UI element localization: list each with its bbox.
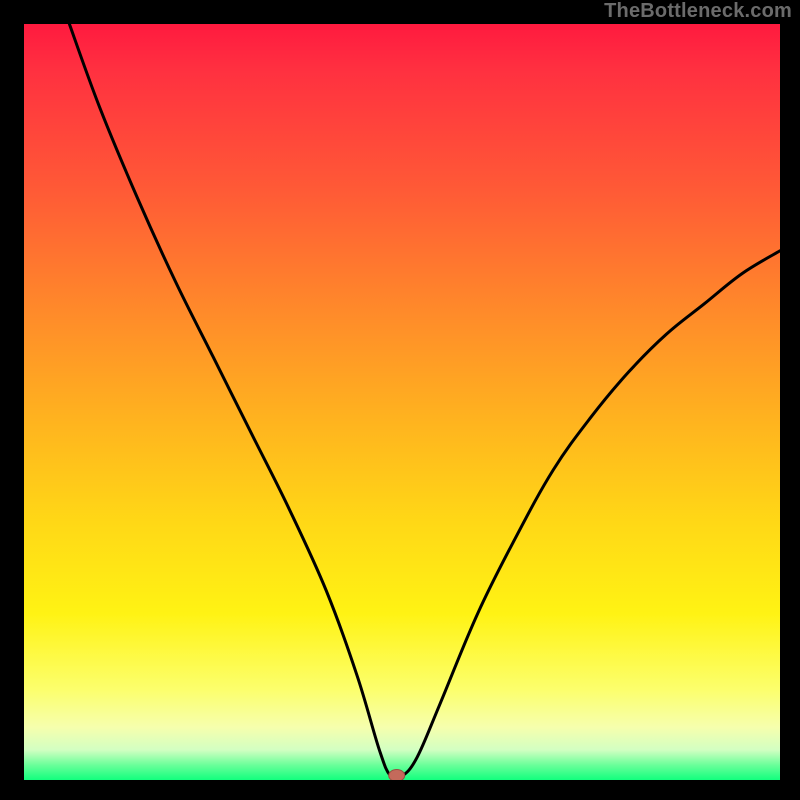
curve-layer	[24, 24, 780, 780]
watermark-text: TheBottleneck.com	[604, 0, 792, 23]
chart-frame: TheBottleneck.com	[0, 0, 800, 800]
optimum-marker	[389, 770, 405, 781]
bottleneck-curve	[69, 24, 780, 779]
plot-area	[24, 24, 780, 780]
